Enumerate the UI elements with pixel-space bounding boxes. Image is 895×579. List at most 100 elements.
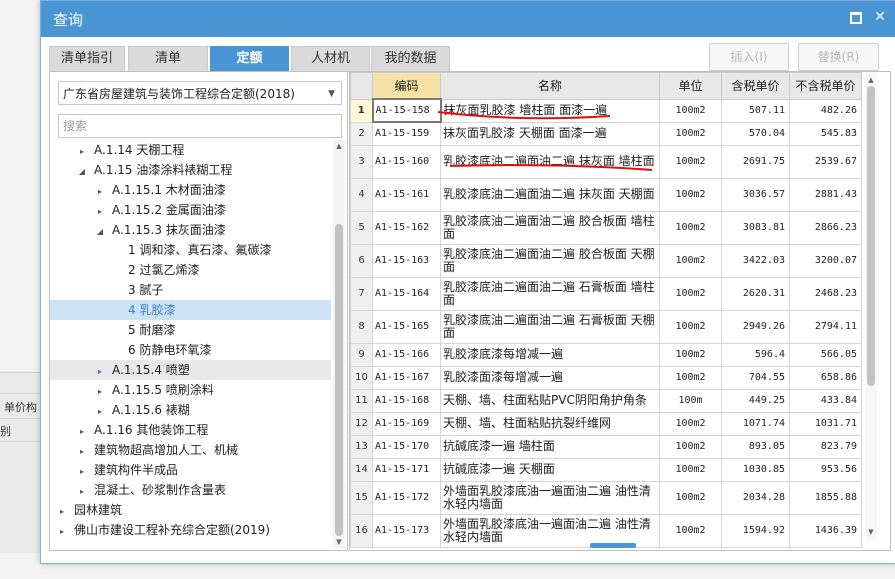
tax-price-cell[interactable]: 1071.74	[721, 411, 790, 436]
replace-button[interactable]: 替换(R)	[798, 43, 879, 71]
scrollbar-thumb[interactable]	[335, 224, 343, 536]
tab-quota[interactable]: 定额	[210, 46, 289, 72]
table-row[interactable]: 11 A1-15-168 天棚、墙、柱面粘贴PVC阴阳角护角条 100m 449.25 4…	[350, 388, 862, 413]
tree-item[interactable]: ▸ 建筑物超高增加人工、机械	[50, 440, 331, 460]
unit-cell[interactable]: 100m2	[659, 457, 722, 482]
tax-price-cell[interactable]: 507.11	[721, 98, 790, 123]
tree-item[interactable]: 5 耐磨漆	[50, 320, 331, 340]
tax-price-cell[interactable]: 3083.81	[721, 210, 790, 245]
row-number[interactable]: 9	[350, 342, 373, 367]
tax-price-cell[interactable]: 3422.03	[721, 243, 790, 278]
row-number[interactable]: 5	[350, 210, 373, 245]
table-row[interactable]: 2 A1-15-159 抹灰面乳胶漆 天棚面 面漆一遍 100m2 570.04 545.…	[350, 121, 862, 146]
row-number[interactable]: 10	[350, 365, 373, 390]
tree-item[interactable]: ▸ A.1.16 其他装饰工程	[50, 420, 331, 440]
notax-price-cell[interactable]: 1436.39	[789, 513, 862, 548]
name-cell[interactable]: 外墙面乳胶漆底油一遍面油二遍 油性清水轻内墙面	[440, 480, 660, 515]
row-number[interactable]: 13	[350, 434, 373, 459]
code-cell[interactable]: A1-15-162	[372, 210, 441, 245]
name-cell[interactable]: 乳胶漆底油二遍面油二遍 胶合板面 天棚面	[440, 243, 660, 278]
scroll-down-icon[interactable]: ▼	[865, 528, 877, 536]
row-number[interactable]: 6	[350, 243, 373, 278]
notax-price-cell[interactable]: 823.79	[789, 434, 862, 459]
tree-item[interactable]: ▸ A.1.14 天棚工程	[50, 140, 331, 160]
tax-price-cell[interactable]: 893.05	[721, 434, 790, 459]
tree-item[interactable]: ▸ 建筑构件半成品	[50, 460, 331, 480]
tree-item[interactable]: ▸ A.1.15.5 喷刷涂料	[50, 380, 331, 400]
tax-price-cell[interactable]: 2691.75	[721, 144, 790, 179]
tax-price-cell[interactable]: 2620.31	[721, 276, 790, 311]
tax-price-cell[interactable]: 1030.85	[721, 457, 790, 482]
row-number[interactable]: 16	[350, 513, 373, 548]
table-row[interactable]: 15 A1-15-172 外墙面乳胶漆底油一遍面油二遍 油性清水轻内墙面 100m2 2…	[350, 480, 862, 515]
unit-cell[interactable]: 100m2	[659, 309, 722, 344]
scroll-up-icon[interactable]: ▲	[333, 142, 345, 150]
tax-price-cell[interactable]: 2034.28	[721, 480, 790, 515]
collapse-icon[interactable]: ◢	[94, 222, 106, 242]
quota-library-select[interactable]: 广东省房屋建筑与装饰工程综合定额(2018) ▼	[58, 81, 342, 105]
name-cell[interactable]: 乳胶漆底油二遍面油二遍 抹灰面 天棚面	[440, 177, 660, 212]
code-cell[interactable]: A1-15-169	[372, 411, 441, 436]
tax-price-cell[interactable]: 1594.92	[721, 513, 790, 548]
code-cell[interactable]: A1-15-168	[372, 388, 441, 413]
tab-labor-material[interactable]: 人材机	[291, 46, 370, 72]
row-number[interactable]: 8	[350, 309, 373, 344]
table-row[interactable]: 9 A1-15-166 乳胶漆底漆每增减一遍 100m2 596.4 566.05	[350, 342, 862, 367]
name-cell[interactable]: 天棚、墙、柱面粘贴抗裂纤维网	[440, 411, 660, 436]
code-cell[interactable]: A1-15-165	[372, 309, 441, 344]
expand-icon[interactable]: ▸	[76, 482, 88, 502]
name-cell[interactable]: 乳胶漆面漆每增减一遍	[440, 365, 660, 390]
chevron-down-icon[interactable]: ▼	[328, 82, 335, 106]
table-row[interactable]: 12 A1-15-169 天棚、墙、柱面粘贴抗裂纤维网 100m2 1071.74 103…	[350, 411, 862, 436]
column-header-unit[interactable]: 单位	[659, 72, 722, 100]
unit-cell[interactable]: 100m2	[659, 365, 722, 390]
expand-icon[interactable]: ▸	[94, 182, 106, 202]
expand-icon[interactable]: ▸	[94, 362, 106, 382]
scroll-down-icon[interactable]: ▼	[333, 538, 345, 546]
code-cell[interactable]: A1-15-164	[372, 276, 441, 311]
name-cell[interactable]: 乳胶漆底油二遍面油二遍 抹灰面 墙柱面	[440, 144, 660, 179]
tree-scrollbar[interactable]: ▲ ▼	[333, 140, 345, 548]
table-row[interactable]: 10 A1-15-167 乳胶漆面漆每增减一遍 100m2 704.55 658.86	[350, 365, 862, 390]
unit-cell[interactable]: 100m2	[659, 342, 722, 367]
tree-item[interactable]: ▸ A.1.15.2 金属面油漆	[50, 200, 331, 220]
name-cell[interactable]: 乳胶漆底漆每增减一遍	[440, 342, 660, 367]
tree-item[interactable]: ▸ 混凝土、砂浆制作含量表	[50, 480, 331, 500]
unit-cell[interactable]: 100m2	[659, 210, 722, 245]
notax-price-cell[interactable]: 1855.88	[789, 480, 862, 515]
table-row[interactable]: 5 A1-15-162 乳胶漆底油二遍面油二遍 胶合板面 墙柱面 100m2 3083.…	[350, 210, 862, 245]
notax-price-cell[interactable]: 2468.23	[789, 276, 862, 311]
tab-my-data[interactable]: 我的数据	[371, 46, 450, 72]
tree-item[interactable]: ◢ A.1.15 油漆涂料裱糊工程	[50, 160, 331, 180]
code-cell[interactable]: A1-15-158	[371, 98, 442, 123]
row-number[interactable]: 7	[350, 276, 373, 311]
scrollbar-thumb[interactable]	[867, 86, 875, 386]
tax-price-cell[interactable]: 2949.26	[721, 309, 790, 344]
maximize-icon[interactable]	[848, 9, 864, 25]
tax-price-cell[interactable]: 596.4	[721, 342, 790, 367]
unit-cell[interactable]: 100m2	[659, 121, 722, 146]
code-cell[interactable]: A1-15-166	[372, 342, 441, 367]
expand-icon[interactable]: ▸	[76, 442, 88, 462]
tax-price-cell[interactable]: 570.04	[721, 121, 790, 146]
tree-item[interactable]: ▸ 园林建筑	[50, 500, 331, 520]
code-cell[interactable]: A1-15-167	[372, 365, 441, 390]
table-row[interactable]: 1 A1-15-158 抹灰面乳胶漆 墙柱面 面漆一遍 100m2 507.11 482.…	[350, 98, 862, 123]
tree-item[interactable]: ◢ A.1.15.3 抹灰面油漆	[50, 220, 331, 240]
expand-icon[interactable]: ▸	[76, 142, 88, 162]
row-number[interactable]: 14	[350, 457, 373, 482]
unit-cell[interactable]: 100m	[659, 388, 722, 413]
unit-cell[interactable]: 100m2	[659, 98, 722, 123]
table-row[interactable]: 7 A1-15-164 乳胶漆底油二遍面油二遍 石膏板面 墙柱面 100m2 2620.…	[350, 276, 862, 311]
code-cell[interactable]: A1-15-173	[372, 513, 441, 548]
column-header-notax-price[interactable]: 不含税单价	[789, 72, 862, 100]
column-header-name[interactable]: 名称	[440, 72, 660, 100]
expand-icon[interactable]: ▸	[76, 422, 88, 442]
expand-icon[interactable]: ▸	[56, 502, 68, 522]
tab-bill-guide[interactable]: 清单指引	[49, 46, 125, 72]
name-cell[interactable]: 抹灰面乳胶漆 墙柱面 面漆一遍	[440, 98, 660, 123]
tree-item[interactable]: ▸ A.1.15.1 木材面油漆	[50, 180, 331, 200]
notax-price-cell[interactable]: 433.84	[789, 388, 862, 413]
name-cell[interactable]: 乳胶漆底油二遍面油二遍 石膏板面 墙柱面	[440, 276, 660, 311]
code-cell[interactable]: A1-15-163	[372, 243, 441, 278]
